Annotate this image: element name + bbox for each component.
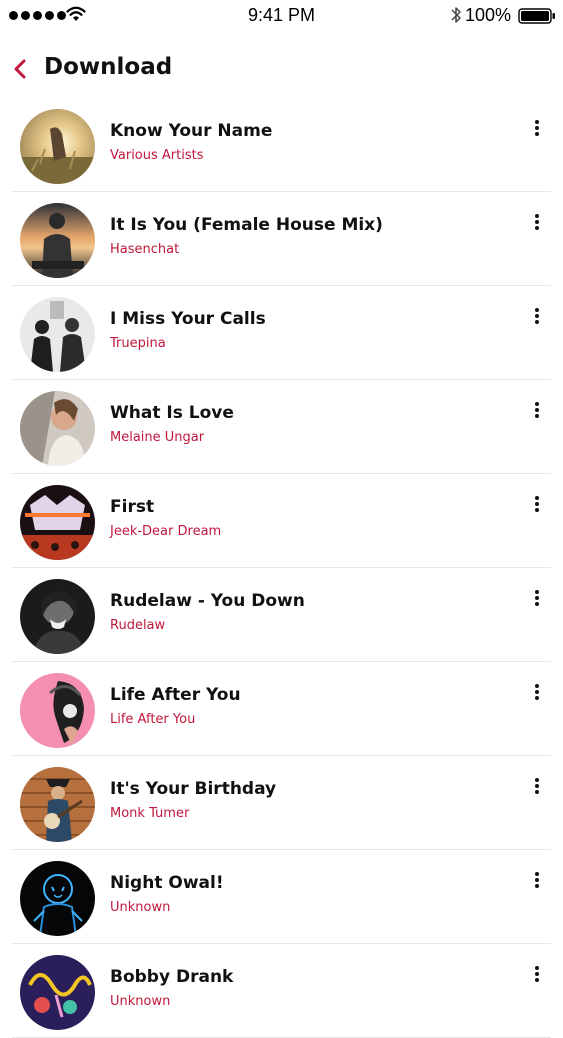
more-options-button[interactable]	[526, 682, 548, 702]
more-vertical-icon	[535, 684, 539, 688]
album-art	[20, 297, 95, 372]
page-title: Download	[44, 54, 173, 80]
album-art	[20, 955, 95, 1030]
more-options-button[interactable]	[526, 118, 548, 138]
more-vertical-icon	[535, 120, 539, 124]
song-artist: Rudelaw	[110, 618, 166, 633]
more-options-button[interactable]	[526, 776, 548, 796]
app-header: Download	[0, 46, 563, 92]
song-row[interactable]: I Miss Your Calls Truepina	[0, 286, 563, 380]
more-options-button[interactable]	[526, 306, 548, 326]
album-art	[20, 203, 95, 278]
bluetooth-icon	[450, 5, 462, 29]
more-vertical-icon	[535, 402, 539, 406]
song-row[interactable]: Know Your Name Various Artists	[0, 98, 563, 192]
song-title: I Miss Your Calls	[110, 309, 266, 329]
song-artist: Unknown	[110, 994, 171, 1009]
song-title: First	[110, 497, 155, 517]
more-options-button[interactable]	[526, 870, 548, 890]
album-art	[20, 861, 95, 936]
song-title: It Is You (Female House Mix)	[110, 215, 383, 235]
song-title: Night Owal!	[110, 873, 224, 893]
more-vertical-icon	[535, 496, 539, 500]
album-art	[20, 673, 95, 748]
song-artist: Life After You	[110, 712, 196, 727]
more-vertical-icon	[535, 308, 539, 312]
song-row[interactable]: Night Owal! Unknown	[0, 850, 563, 944]
more-options-button[interactable]	[526, 494, 548, 514]
album-art	[20, 391, 95, 466]
song-title: What Is Love	[110, 403, 234, 423]
song-artist: Jeek-Dear Dream	[110, 524, 222, 539]
more-vertical-icon	[535, 778, 539, 782]
album-art	[20, 109, 95, 184]
song-row[interactable]: Bobby Drank Unknown	[0, 944, 563, 1038]
status-bar: 9:41 PM 100%	[0, 0, 563, 32]
album-art	[20, 767, 95, 842]
song-artist: Various Artists	[110, 148, 204, 163]
song-title: Bobby Drank	[110, 967, 234, 987]
download-list: Know Your Name Various Artists It Is You…	[0, 98, 563, 1038]
album-art	[20, 485, 95, 560]
song-artist: Unknown	[110, 900, 171, 915]
battery-percentage: 100%	[465, 5, 512, 25]
back-button[interactable]	[6, 52, 34, 86]
song-title: Rudelaw - You Down	[110, 591, 305, 611]
more-vertical-icon	[535, 214, 539, 218]
song-artist: Melaine Ungar	[110, 430, 205, 445]
battery-icon	[518, 8, 556, 28]
more-options-button[interactable]	[526, 964, 548, 984]
more-options-button[interactable]	[526, 588, 548, 608]
song-row[interactable]: First Jeek-Dear Dream	[0, 474, 563, 568]
song-row[interactable]: It Is You (Female House Mix) Hasenchat	[0, 192, 563, 286]
more-vertical-icon	[535, 590, 539, 594]
song-row[interactable]: What Is Love Melaine Ungar	[0, 380, 563, 474]
more-vertical-icon	[535, 966, 539, 970]
more-vertical-icon	[535, 872, 539, 876]
song-artist: Truepina	[110, 336, 166, 351]
chevron-left-icon	[14, 59, 26, 79]
more-options-button[interactable]	[526, 400, 548, 420]
song-artist: Monk Tumer	[110, 806, 190, 821]
song-row[interactable]: Rudelaw - You Down Rudelaw	[0, 568, 563, 662]
song-artist: Hasenchat	[110, 242, 180, 257]
more-options-button[interactable]	[526, 212, 548, 232]
song-title: It's Your Birthday	[110, 779, 277, 799]
song-row[interactable]: It's Your Birthday Monk Tumer	[0, 756, 563, 850]
album-art	[20, 579, 95, 654]
song-title: Life After You	[110, 685, 241, 705]
song-title: Know Your Name	[110, 121, 273, 141]
song-row[interactable]: Life After You Life After You	[0, 662, 563, 756]
